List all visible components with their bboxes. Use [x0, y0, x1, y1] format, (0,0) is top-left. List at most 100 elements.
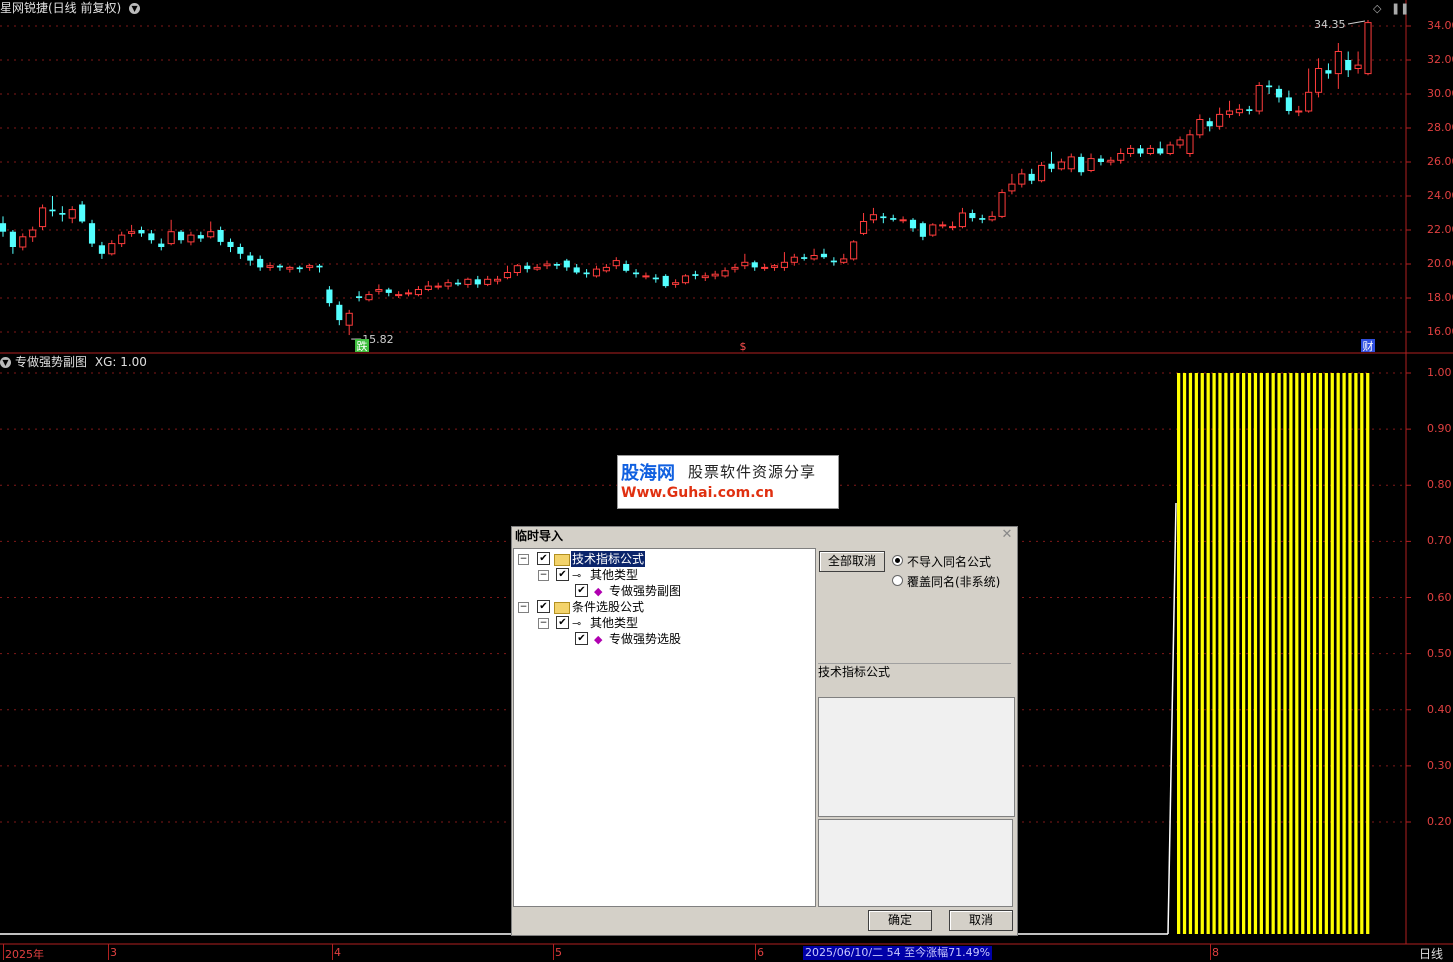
description-panel[interactable]: [818, 697, 1015, 817]
event-marker: 财: [1363, 339, 1374, 353]
status-readout: 2025/06/10/二 54 至今涨幅71.49%: [803, 946, 993, 960]
candle-body: [1334, 51, 1342, 75]
param-panel[interactable]: [818, 819, 1013, 907]
y-tick-label: 16.00: [1427, 325, 1453, 338]
dialog-titlebar[interactable]: 临时导入 ✕: [512, 527, 1017, 546]
tree-node-label[interactable]: 专做强势选股: [609, 631, 681, 647]
y-tick-label: 1.00: [1427, 366, 1452, 379]
candle-body: [1137, 148, 1144, 154]
candle-body: [1048, 163, 1055, 169]
y-tick-label: 0.70: [1427, 534, 1452, 548]
candle-body: [533, 266, 541, 270]
radio-overwrite-same-name[interactable]: [892, 575, 903, 586]
candle-body: [1206, 121, 1213, 127]
candle-body: [623, 264, 630, 271]
y-tick-label: 20.00: [1427, 257, 1453, 270]
candle-body: [1127, 147, 1135, 154]
candle-body: [336, 304, 343, 321]
candle-body: [286, 266, 294, 270]
xg-bar: [1330, 373, 1334, 934]
collapse-icon[interactable]: −: [538, 618, 549, 629]
xg-bar: [1324, 373, 1328, 934]
candle-body: [404, 292, 413, 295]
candle-body: [1018, 173, 1026, 185]
diamond-icon[interactable]: ◇: [1373, 2, 1381, 15]
ok-button[interactable]: 确定: [868, 910, 932, 931]
checkbox-checked-icon[interactable]: ✔: [556, 616, 569, 629]
candle-body: [345, 312, 353, 326]
close-icon[interactable]: ✕: [1000, 528, 1014, 542]
formula-tree[interactable]: − ✔ 技术指标公式 − ✔ ⊸ 其他类型 ✔ ◆ 专做强势副图 − ✔ 条件选…: [513, 548, 816, 907]
candle-body: [1255, 85, 1263, 112]
candle-body: [118, 234, 126, 245]
candle-body: [939, 224, 947, 227]
candle-body: [801, 257, 808, 259]
candle-body: [919, 223, 926, 237]
y-tick-label: 0.50: [1427, 646, 1452, 660]
candle-body: [632, 272, 640, 275]
checkbox-checked-icon[interactable]: ✔: [575, 584, 588, 597]
xg-bar: [1194, 373, 1198, 934]
import-dialog: 临时导入 ✕ − ✔ 技术指标公式 − ✔ ⊸ 其他类型 ✔ ◆ 专做强势副图 …: [511, 526, 1018, 936]
tree-node-formula-item[interactable]: ✔ ◆ 专做强势选股: [518, 631, 808, 647]
tree-node-label[interactable]: 其他类型: [590, 615, 638, 631]
candle-body: [98, 245, 105, 254]
chevron-down-icon[interactable]: ▼: [129, 3, 141, 14]
radio-label[interactable]: 覆盖同名(非系统): [907, 573, 1000, 590]
pause-icon[interactable]: ❚❚: [1391, 2, 1409, 15]
tree-node-label[interactable]: 专做强势副图: [609, 583, 681, 599]
candle-body: [395, 294, 403, 297]
dialog-title: 临时导入: [515, 529, 564, 543]
xg-bar: [1247, 373, 1252, 934]
tree-node-label[interactable]: 技术指标公式: [571, 551, 646, 567]
xg-value: XG: 1.00: [94, 355, 147, 369]
tree-node-formula-item[interactable]: ✔ ◆ 专做强势副图: [518, 583, 808, 599]
checkbox-checked-icon[interactable]: ✔: [537, 600, 550, 613]
candle-body: [108, 243, 116, 255]
candle-body: [573, 267, 580, 273]
tree-node-label[interactable]: 其他类型: [590, 567, 638, 583]
y-tick-label: 0.20: [1427, 815, 1452, 828]
y-tick-label: 28.00: [1427, 121, 1453, 134]
key-icon: ⊸: [572, 617, 582, 630]
sub-chart-title[interactable]: ▼ 专做强势副图 XG: 1.00: [0, 354, 147, 370]
candle-body: [820, 253, 828, 258]
tree-node-label[interactable]: 条件选股公式: [572, 599, 644, 615]
candle-body: [979, 218, 986, 220]
checkbox-checked-icon[interactable]: ✔: [556, 568, 569, 581]
collapse-icon[interactable]: −: [518, 602, 529, 613]
candle-body: [543, 263, 551, 267]
candle-body: [612, 260, 620, 267]
xg-bar: [1177, 373, 1181, 934]
candle-body: [1038, 164, 1046, 182]
cancel-all-button[interactable]: 全部取消: [819, 551, 885, 572]
tree-node-other-types[interactable]: − ✔ ⊸ 其他类型: [518, 615, 808, 631]
radio-no-import-same-name[interactable]: [892, 555, 903, 566]
collapse-icon[interactable]: −: [538, 570, 549, 581]
candle-body: [563, 260, 570, 268]
candle-body: [998, 192, 1006, 217]
chevron-down-icon[interactable]: ▼: [0, 357, 11, 368]
xg-bar: [1289, 373, 1293, 934]
checkbox-checked-icon[interactable]: ✔: [537, 552, 550, 565]
candle-body: [592, 268, 601, 277]
candle-body: [1285, 97, 1292, 111]
tree-node-tech-formulas[interactable]: − ✔ 技术指标公式: [518, 551, 808, 567]
main-chart-title[interactable]: 星网锐捷(日线 前复权) ▼: [0, 0, 141, 16]
xg-bar: [1212, 373, 1216, 934]
tree-node-screen-formulas[interactable]: − ✔ 条件选股公式: [518, 599, 808, 615]
checkbox-checked-icon[interactable]: ✔: [575, 632, 588, 645]
candlestick-series: [0, 20, 1372, 336]
candle-body: [662, 275, 669, 287]
cancel-button[interactable]: 取消: [949, 910, 1013, 931]
collapse-icon[interactable]: −: [518, 554, 529, 565]
tree-node-other-types[interactable]: − ✔ ⊸ 其他类型: [518, 567, 808, 583]
candle-body: [1235, 108, 1243, 114]
period-label[interactable]: 日线: [1419, 945, 1443, 962]
candle-body: [810, 255, 818, 260]
xg-bar: [1342, 373, 1346, 934]
radio-label[interactable]: 不导入同名公式: [907, 553, 991, 570]
candle-body: [59, 213, 66, 215]
y-tick-label: 0.30: [1427, 758, 1452, 772]
candle-body: [38, 207, 47, 228]
